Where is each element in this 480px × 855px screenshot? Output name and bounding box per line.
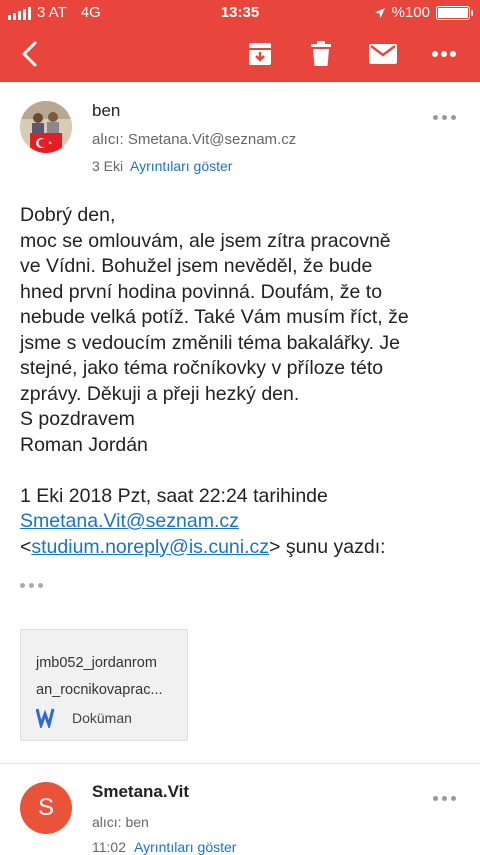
attachment-name: jmb052_jordanrom an_rocnikovaprac... bbox=[36, 650, 186, 704]
envelope-icon bbox=[369, 44, 397, 64]
battery-percent: %100 bbox=[391, 4, 430, 21]
recipient-line: alıcı: Smetana.Vit@seznam.cz bbox=[92, 131, 297, 148]
quote-email-link[interactable]: Smetana.Vit@seznam.cz bbox=[20, 510, 239, 532]
more-options-button[interactable] bbox=[424, 34, 464, 74]
avatar-photo-image bbox=[20, 101, 72, 153]
message-divider bbox=[0, 763, 480, 764]
message-time: 11:02 bbox=[92, 839, 126, 855]
back-button[interactable] bbox=[10, 34, 50, 74]
show-details-link[interactable]: Ayrıntıları göster bbox=[134, 839, 236, 855]
mark-unread-button[interactable] bbox=[363, 34, 403, 74]
attachment-type: Doküman bbox=[72, 710, 132, 726]
sender-name: ben bbox=[92, 101, 121, 120]
status-bar: 3 AT 4G 13:35 %100 bbox=[0, 4, 480, 24]
noreply-email-link[interactable]: studium.noreply@is.cuni.cz bbox=[31, 536, 269, 558]
attachment-card[interactable]: jmb052_jordanrom an_rocnikovaprac... Dok… bbox=[20, 629, 188, 741]
sender-name: Smetana.Vit bbox=[92, 782, 190, 801]
recipient-line: alıcı: ben bbox=[92, 814, 149, 830]
body-line: Roman Jordán bbox=[20, 433, 148, 456]
quote-lt: < bbox=[20, 535, 32, 558]
sender-avatar-letter[interactable]: S bbox=[20, 782, 72, 834]
body-line: hned první hodina povinná. Doufám, že to bbox=[20, 280, 383, 303]
quote-wrote: > şunu yazdı: bbox=[269, 535, 386, 558]
delete-button[interactable] bbox=[301, 34, 341, 74]
message-date: 3 Eki bbox=[92, 158, 124, 174]
location-arrow-icon bbox=[374, 7, 385, 18]
body-line: ve Vídni. Bohužel jsem nevěděl, že bude bbox=[20, 255, 373, 277]
app-bar: 3 AT 4G 13:35 %100 bbox=[0, 0, 480, 82]
body-line: S pozdravem bbox=[20, 408, 135, 430]
body-line: Dobrý den, bbox=[20, 204, 116, 226]
body-line: nebude velká potíž. Také Vám musím říct,… bbox=[20, 306, 409, 328]
quote-email-line: Smetana.Vit@seznam.cz bbox=[20, 509, 465, 535]
message-more-button[interactable] bbox=[433, 112, 461, 122]
body-line: jsme s vedoucím změnili téma bakalářky. … bbox=[20, 331, 401, 354]
show-quoted-text-button[interactable] bbox=[20, 583, 43, 588]
quote-header: 1 Eki 2018 Pzt, saat 22:24 tarihinde bbox=[20, 484, 328, 507]
archive-button[interactable] bbox=[240, 34, 280, 74]
archive-icon bbox=[249, 43, 271, 65]
more-icon bbox=[432, 51, 456, 57]
body-line: zprávy. Děkuji a přeji hezký den. bbox=[20, 382, 300, 405]
body-line: moc se omlouvám, ale jsem zítra pracovně bbox=[20, 229, 391, 252]
trash-icon bbox=[311, 41, 331, 66]
back-arrow-icon bbox=[22, 41, 37, 67]
message-body: Dobrý den, moc se omlouvám, ale jsem zít… bbox=[20, 203, 465, 560]
battery-icon bbox=[436, 5, 473, 20]
sender-avatar[interactable] bbox=[20, 101, 72, 153]
body-line: stejné, jako téma ročníkovky v příloze t… bbox=[20, 357, 384, 379]
show-details-link[interactable]: Ayrıntıları göster bbox=[130, 158, 232, 174]
quote-noreply-line: <studium.noreply@is.cuni.cz> şunu yazdı: bbox=[20, 535, 465, 561]
word-document-icon bbox=[36, 708, 55, 728]
attachment-name-line: an_rocnikovaprac... bbox=[36, 682, 163, 698]
message-more-button[interactable] bbox=[433, 793, 461, 803]
attachment-name-line: jmb052_jordanrom bbox=[36, 655, 157, 671]
